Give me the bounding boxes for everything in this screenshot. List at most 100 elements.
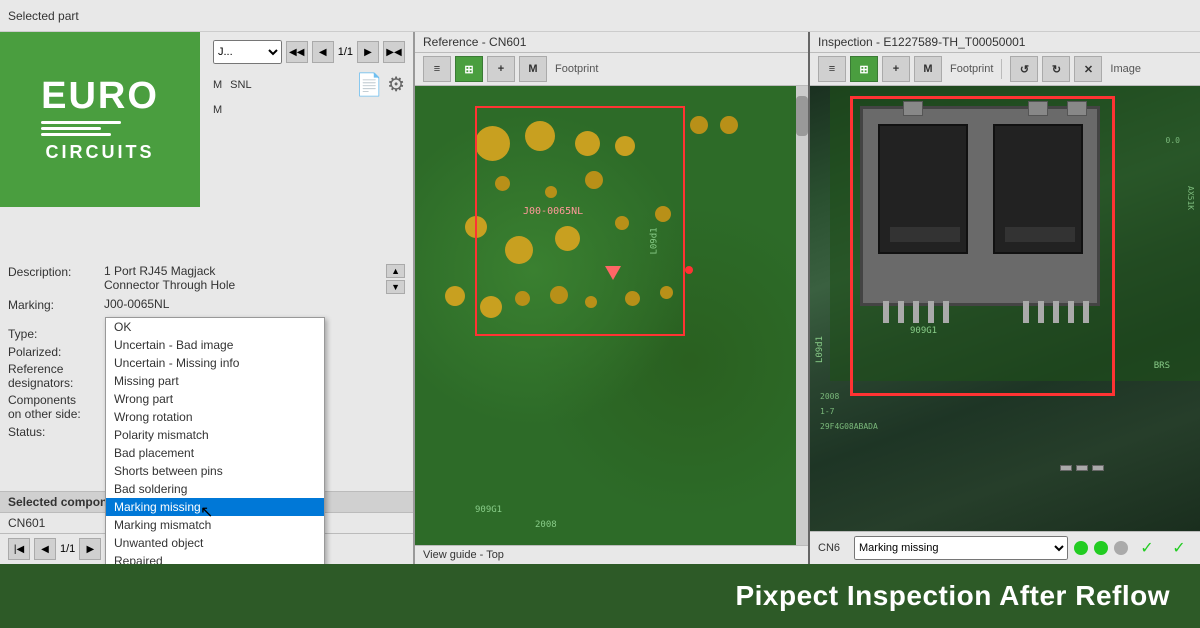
components-row (1060, 465, 1104, 471)
middle-pcb-view[interactable]: J00-0065NL 909G1 2008 L09d1 (415, 86, 808, 545)
bottom-next-btn[interactable]: ▶ (79, 538, 101, 560)
photo-label-top-right: 0.0 (1166, 136, 1180, 145)
toolbar-menu-btn[interactable]: ≡ (423, 56, 451, 82)
logo-euro: EURO (41, 77, 159, 115)
middle-toolbar: ≡ ⊞ + M Footprint (415, 53, 808, 86)
logo-line-2 (41, 127, 101, 130)
right-status-select[interactable]: Marking missing OK Uncertain - Bad image… (854, 536, 1068, 560)
dropdown-polarity-mismatch[interactable]: Polarity mismatch (106, 426, 324, 444)
right-toolbar-image-label: Image (1110, 63, 1141, 75)
m2-label: M (213, 104, 222, 116)
right-toolbar: ≡ ⊞ + M Footprint ↺ ↻ ✕ Image (810, 53, 1200, 86)
middle-panel-footer: View guide - Top (415, 545, 808, 564)
status-dot-1 (1074, 541, 1088, 555)
part-select[interactable]: J... (213, 40, 282, 64)
logo-line-3 (41, 133, 111, 136)
polarized-label: Polarized: (8, 344, 98, 359)
main-content: EURO CIRCUITS J... ◀◀ ◀ 1/1 ▶ ▶◀ M SNL (0, 32, 1200, 564)
dropdown-wrong-part[interactable]: Wrong part (106, 390, 324, 408)
dropdown-bad-soldering[interactable]: Bad soldering (106, 480, 324, 498)
status-dropdown[interactable]: OK Uncertain - Bad image Uncertain - Mis… (105, 317, 325, 564)
photo-label-909: 909G1 (910, 326, 937, 336)
pcb-background: J00-0065NL 909G1 2008 L09d1 (415, 86, 808, 545)
camera-view[interactable]: L09d1 BRS 2008 1-7 29F4G08ABADA AX51K (810, 86, 1200, 531)
right-toolbar-rotate-left-btn[interactable]: ↺ (1010, 56, 1038, 82)
check-btn-1[interactable]: ✓ (1134, 537, 1160, 559)
middle-panel: Reference - CN601 ≡ ⊞ + M Footprint (415, 32, 810, 564)
bottom-first-btn[interactable]: |◀ (8, 538, 30, 560)
up-btn[interactable]: ▲ (386, 264, 405, 278)
right-header-text: Inspection - E1227589-TH_T00050001 (818, 35, 1025, 49)
dropdown-repaired[interactable]: Repaired (106, 552, 324, 564)
pcb-label-l09d1: L09d1 (649, 227, 659, 254)
dropdown-wrong-rotation[interactable]: Wrong rotation (106, 408, 324, 426)
dropdown-uncertain-missing-info[interactable]: Uncertain - Missing info (106, 354, 324, 372)
middle-panel-header: Reference - CN601 (415, 32, 808, 53)
middle-header-text: Reference - CN601 (423, 35, 526, 49)
right-bottom-cn6-label: CN6 (818, 542, 848, 554)
dropdown-uncertain-bad-image[interactable]: Uncertain - Bad image (106, 336, 324, 354)
right-panel-header: Inspection - E1227589-TH_T00050001 (810, 32, 1200, 53)
settings-icon: ⚙ (387, 72, 405, 98)
right-toolbar-rotate-right-btn[interactable]: ↻ (1042, 56, 1070, 82)
down-btn[interactable]: ▼ (386, 280, 405, 294)
m-snl-label: M (213, 79, 222, 91)
pcb-label-909: 909G1 (475, 505, 502, 515)
pdf-icon: 📄 (356, 72, 383, 98)
other-side-label: Componentson other side: (8, 393, 98, 421)
icon-row: M SNL 📄 ⚙ (205, 68, 413, 102)
pcb-label-2008: 2008 (535, 520, 557, 530)
bottom-prev-btn[interactable]: ◀ (34, 538, 56, 560)
status-dot-3 (1114, 541, 1128, 555)
dropdown-shorts-between-pins[interactable]: Shorts between pins (106, 462, 324, 480)
right-panel: Inspection - E1227589-TH_T00050001 ≡ ⊞ +… (810, 32, 1200, 564)
scrollbar-thumb[interactable] (796, 96, 808, 136)
photo-part-29f4g: 29F4G08ABADA (820, 422, 878, 431)
check-btn-2[interactable]: ✓ (1166, 537, 1192, 559)
marking-value: J00-0065NL (104, 297, 405, 311)
promo-text: Pixpect Inspection After Reflow (735, 580, 1170, 612)
toolbar-m-btn[interactable]: M (519, 56, 547, 82)
page-info: 1/1 (338, 46, 353, 58)
dropdown-missing-part[interactable]: Missing part (106, 372, 324, 390)
toolbar-plus-btn[interactable]: + (487, 56, 515, 82)
right-toolbar-plus-btn[interactable]: + (882, 56, 910, 82)
right-toolbar-grid-btn[interactable]: ⊞ (850, 56, 878, 82)
right-toolbar-menu-btn[interactable]: ≡ (818, 56, 846, 82)
refdes-label: Referencedesignators: (8, 362, 98, 390)
pad-tr2 (720, 116, 738, 134)
dropdown-unwanted-object[interactable]: Unwanted object (106, 534, 324, 552)
nav-first-btn[interactable]: ◀◀ (286, 41, 308, 63)
comp-1 (1060, 465, 1072, 471)
footer-text: View guide - Top (423, 549, 504, 561)
header-title: Selected part (8, 9, 79, 23)
chip-area (1060, 411, 1180, 471)
comp-2 (1076, 465, 1088, 471)
nav-last-btn[interactable]: ▶◀ (383, 41, 405, 63)
photo-date-2008: 2008 (820, 392, 839, 401)
dropdown-marking-missing[interactable]: Marking missing (106, 498, 324, 516)
right-bottom-bar: CN6 Marking missing OK Uncertain - Bad i… (810, 531, 1200, 564)
photo-date-1-7: 1-7 (820, 407, 834, 416)
description-label: Description: (8, 264, 98, 279)
right-toolbar-footprint-label: Footprint (950, 63, 993, 75)
camera-photo-bg: L09d1 BRS 2008 1-7 29F4G08ABADA AX51K (810, 86, 1200, 531)
description-row: Description: 1 Port RJ45 Magjack Connect… (8, 264, 405, 294)
status-dot-2 (1094, 541, 1108, 555)
pad-tr1 (690, 116, 708, 134)
toolbar-grid-btn[interactable]: ⊞ (455, 56, 483, 82)
red-highlight-rect (475, 106, 685, 336)
dropdown-bad-placement[interactable]: Bad placement (106, 444, 324, 462)
dropdown-ok[interactable]: OK (106, 318, 324, 336)
right-toolbar-close-btn[interactable]: ✕ (1074, 56, 1102, 82)
nav-prev-btn[interactable]: ◀ (312, 41, 334, 63)
vertical-scrollbar[interactable] (796, 86, 808, 545)
bottom-page-info: 1/1 (60, 543, 75, 555)
dropdown-marking-mismatch[interactable]: Marking mismatch (106, 516, 324, 534)
photo-label-l09d1: L09d1 (815, 336, 825, 363)
description-value: 1 Port RJ45 Magjack Connector Through Ho… (104, 264, 380, 292)
logo-box: EURO CIRCUITS (25, 67, 175, 173)
right-toolbar-m-btn[interactable]: M (914, 56, 942, 82)
pad-13 (445, 286, 465, 306)
nav-next-btn[interactable]: ▶ (357, 41, 379, 63)
